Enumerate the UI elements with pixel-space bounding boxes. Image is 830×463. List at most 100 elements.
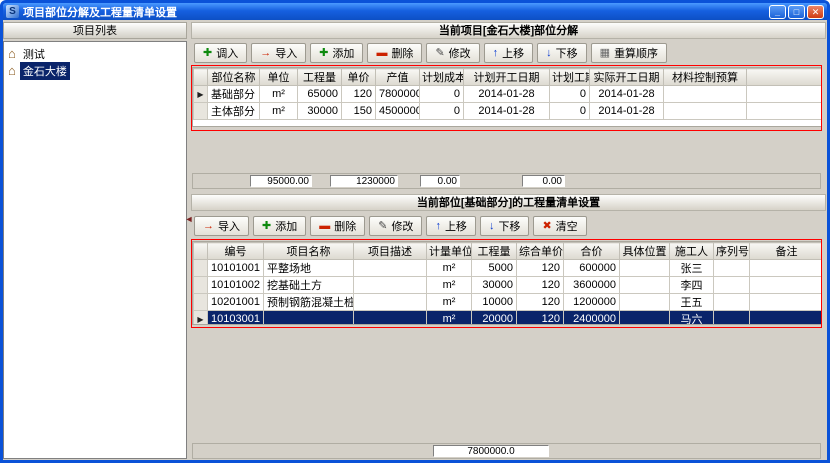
cell-serial[interactable] — [714, 277, 750, 294]
cell-output-value[interactable]: 7800000 — [376, 86, 420, 103]
column-header[interactable]: 序列号 — [714, 243, 750, 260]
column-header[interactable]: 项目描述 — [354, 243, 427, 260]
cell-quantity[interactable]: 5000 — [472, 260, 517, 277]
cell-code[interactable]: 10101001 — [208, 260, 264, 277]
row-selector-cell[interactable]: ▶ — [194, 311, 208, 326]
cell-item-name[interactable] — [264, 311, 354, 326]
move-down-button[interactable]: ↓ 下移 — [537, 43, 587, 63]
cell-output-value[interactable]: 4500000 — [376, 103, 420, 120]
cell-total-price[interactable]: 2400000 — [564, 311, 620, 326]
cell-quantity[interactable]: 65000 — [298, 86, 342, 103]
column-header[interactable]: 项目名称 — [264, 243, 354, 260]
cell-unit[interactable]: m² — [260, 103, 298, 120]
move-up-button[interactable]: ↑ 上移 — [484, 43, 534, 63]
cell-actual-start-date[interactable]: 2014-01-28 — [590, 103, 664, 120]
cell-item-desc[interactable] — [354, 260, 427, 277]
cell-total-price[interactable]: 600000 — [564, 260, 620, 277]
cell-item-desc[interactable] — [354, 277, 427, 294]
cell-actual-start-date[interactable]: 2014-01-28 — [590, 86, 664, 103]
column-header[interactable]: 合价 — [564, 243, 620, 260]
cell-worker[interactable]: 张三 — [670, 260, 714, 277]
cell-planned-cost[interactable]: 0 — [420, 103, 464, 120]
cell-part-name[interactable]: 基础部分 — [208, 86, 260, 103]
cell-unit[interactable]: m² — [427, 277, 472, 294]
minimize-button[interactable]: _ — [769, 5, 786, 19]
cell-quantity[interactable]: 20000 — [472, 311, 517, 326]
row-selector-cell[interactable]: ▶ — [194, 86, 208, 103]
cell-worker[interactable]: 王五 — [670, 294, 714, 311]
cell-remark[interactable] — [750, 294, 823, 311]
cell-unit-price[interactable]: 120 — [517, 260, 564, 277]
row-selector-cell[interactable] — [194, 277, 208, 294]
cell-quantity[interactable]: 10000 — [472, 294, 517, 311]
cell-planned-duration[interactable]: 0 — [550, 86, 590, 103]
column-header[interactable]: 工程量 — [298, 69, 342, 86]
column-header[interactable]: 计划开工日期 — [464, 69, 550, 86]
cell-unit-price[interactable]: 150 — [342, 103, 376, 120]
cell-location[interactable] — [620, 294, 670, 311]
import-button[interactable]: → 导入 — [251, 43, 306, 63]
cell-worker[interactable]: 马六 — [670, 311, 714, 326]
cell-material-budget[interactable] — [664, 86, 747, 103]
project-item-test[interactable]: ⌂ 测试 — [4, 45, 186, 62]
column-header[interactable]: 实际开工日期 — [590, 69, 664, 86]
row-selector-cell[interactable] — [194, 103, 208, 120]
cell-remark[interactable] — [750, 311, 823, 326]
cell-location[interactable] — [620, 277, 670, 294]
add-button[interactable]: ✚ 添加 — [253, 216, 306, 236]
cell-unit-price[interactable]: 120 — [517, 277, 564, 294]
column-header[interactable]: 计划成本 — [420, 69, 464, 86]
table-row-selected[interactable]: ▶ 10103001 m² 20000 120 2400000 马六 — [194, 311, 823, 326]
column-header[interactable]: 备注 — [750, 243, 823, 260]
cell-unit-price[interactable]: 120 — [517, 294, 564, 311]
cell-item-desc[interactable] — [354, 311, 427, 326]
column-header[interactable]: 工程量 — [472, 243, 517, 260]
row-selector-cell[interactable] — [194, 294, 208, 311]
cell-worker[interactable]: 李四 — [670, 277, 714, 294]
table-row[interactable]: ▶ 基础部分 m² 65000 120 7800000 0 2014-01-28… — [194, 86, 823, 103]
cell-unit[interactable]: m² — [427, 311, 472, 326]
column-header[interactable]: 具体位置 — [620, 243, 670, 260]
cell-planned-duration[interactable]: 0 — [550, 103, 590, 120]
delete-button[interactable]: ▬ 删除 — [310, 216, 365, 236]
cell-code[interactable]: 10201001 — [208, 294, 264, 311]
load-button[interactable]: ✚ 调入 — [194, 43, 247, 63]
cell-unit[interactable]: m² — [427, 260, 472, 277]
recalc-order-button[interactable]: ▦ 重算顺序 — [591, 43, 667, 63]
cell-unit-price[interactable]: 120 — [517, 311, 564, 326]
cell-remark[interactable] — [750, 277, 823, 294]
table-row[interactable]: 主体部分 m² 30000 150 4500000 0 2014-01-28 0… — [194, 103, 823, 120]
cell-planned-cost[interactable]: 0 — [420, 86, 464, 103]
table-row[interactable]: 10101001 平整场地 m² 5000 120 600000 张三 — [194, 260, 823, 277]
clear-button[interactable]: ✖ 清空 — [533, 216, 586, 236]
row-selector-cell[interactable] — [194, 260, 208, 277]
cell-planned-start-date[interactable]: 2014-01-28 — [464, 86, 550, 103]
cell-code[interactable]: 10103001 — [208, 311, 264, 326]
cell-quantity[interactable]: 30000 — [472, 277, 517, 294]
cell-item-name[interactable]: 挖基础土方 — [264, 277, 354, 294]
table-row[interactable]: 10101002 挖基础土方 m² 30000 120 3600000 李四 — [194, 277, 823, 294]
cell-location[interactable] — [620, 260, 670, 277]
cell-serial[interactable] — [714, 311, 750, 326]
cell-quantity[interactable]: 30000 — [298, 103, 342, 120]
cell-item-name[interactable]: 预制钢筋混凝土桩 — [264, 294, 354, 311]
import-button[interactable]: → 导入 — [194, 216, 249, 236]
cell-item-name[interactable]: 平整场地 — [264, 260, 354, 277]
column-header[interactable]: 材料控制预算 — [664, 69, 747, 86]
column-header[interactable]: 单价 — [342, 69, 376, 86]
cell-serial[interactable] — [714, 260, 750, 277]
cell-unit-price[interactable]: 120 — [342, 86, 376, 103]
cell-code[interactable]: 10101002 — [208, 277, 264, 294]
cell-serial[interactable] — [714, 294, 750, 311]
cell-planned-start-date[interactable]: 2014-01-28 — [464, 103, 550, 120]
cell-total-price[interactable]: 1200000 — [564, 294, 620, 311]
column-header[interactable]: 产值 — [376, 69, 420, 86]
delete-button[interactable]: ▬ 删除 — [367, 43, 422, 63]
add-button[interactable]: ✚ 添加 — [310, 43, 363, 63]
cell-part-name[interactable]: 主体部分 — [208, 103, 260, 120]
close-button[interactable]: ✕ — [807, 5, 824, 19]
move-down-button[interactable]: ↓ 下移 — [480, 216, 530, 236]
edit-button[interactable]: ✎ 修改 — [369, 216, 422, 236]
cell-unit[interactable]: m² — [427, 294, 472, 311]
cell-item-desc[interactable] — [354, 294, 427, 311]
